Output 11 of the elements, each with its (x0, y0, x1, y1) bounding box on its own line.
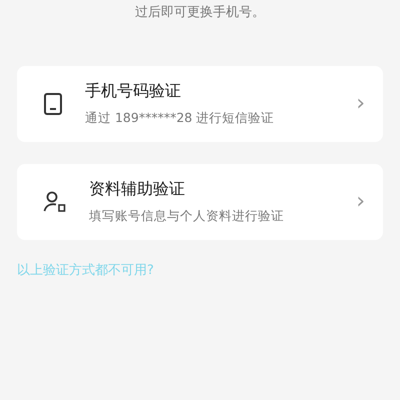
verification-option[interactable]: 手机号码验证 通过 189******28 进行短信验证 › (17, 66, 383, 142)
option-title: 资料辅助验证 (89, 179, 186, 200)
chevron-icon: › (356, 93, 365, 115)
verification-option[interactable]: 资料辅助验证 填写账号信息与个人资料进行验证 › (17, 164, 383, 240)
option-description: 通过 189******28 进行短信验证 (85, 110, 276, 127)
chevron-icon: › (356, 191, 365, 213)
phone-icon (43, 92, 63, 116)
option-title: 手机号码验证 (85, 81, 182, 102)
option-description: 填写账号信息与个人资料进行验证 (89, 208, 285, 225)
notice-text: 过后即可更换手机号。 (134, 4, 266, 22)
user-icon (43, 191, 67, 213)
